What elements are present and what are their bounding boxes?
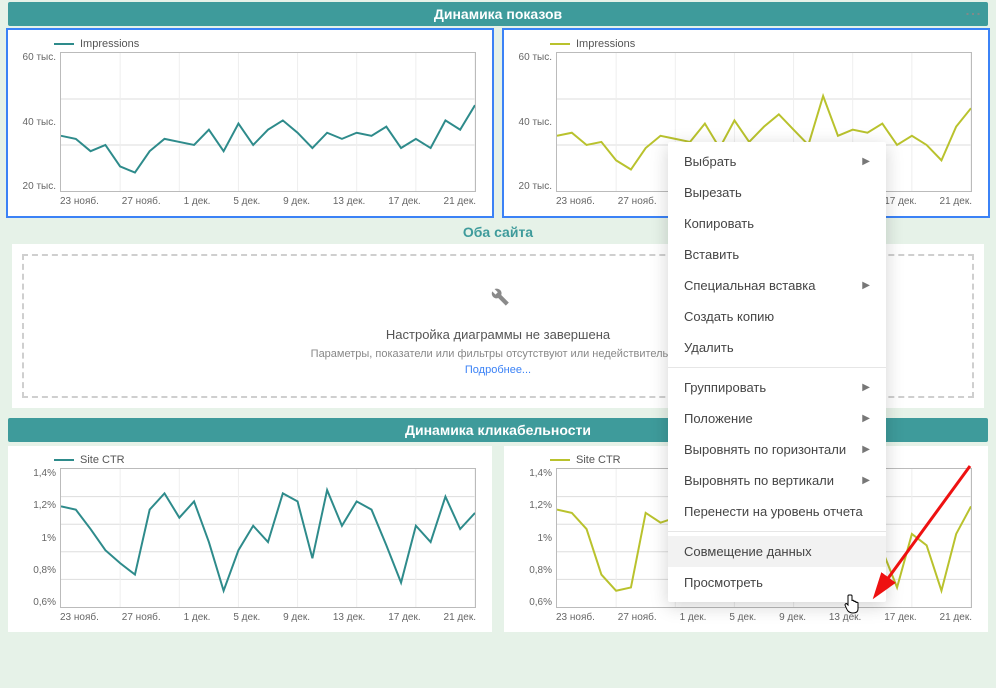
y-tick: 0,8% [516, 565, 552, 576]
x-tick: 27 нояб. [618, 196, 657, 212]
x-tick: 27 нояб. [122, 612, 161, 628]
context-menu: Выбрать▶ Вырезать Копировать Вставить Сп… [668, 142, 886, 602]
chevron-right-icon: ▶ [862, 413, 870, 424]
x-tick: 17 дек. [884, 612, 916, 628]
x-tick: 21 дек. [940, 612, 972, 628]
ctx-position[interactable]: Положение▶ [668, 403, 886, 434]
cursor-icon [843, 594, 861, 619]
more-menu-icon[interactable]: ⋮ [963, 6, 982, 18]
y-tick: 40 тыс. [20, 117, 56, 128]
x-tick: 5 дек. [233, 612, 260, 628]
x-tick: 5 дек. [729, 612, 756, 628]
chevron-right-icon: ▶ [862, 382, 870, 393]
y-tick: 0,8% [20, 565, 56, 576]
y-tick: 1% [20, 533, 56, 544]
menu-separator [668, 367, 886, 368]
x-tick: 23 нояб. [556, 612, 595, 628]
legend-label: Site CTR [80, 454, 125, 466]
chevron-right-icon: ▶ [862, 444, 870, 455]
ctx-paste[interactable]: Вставить [668, 239, 886, 270]
chevron-right-icon: ▶ [862, 156, 870, 167]
chart-impressions-left[interactable]: Impressions 60 тыс. 40 тыс. 20 тыс. 23 нояб… [8, 30, 492, 216]
legend-label: Impressions [80, 38, 139, 50]
chevron-right-icon: ▶ [862, 475, 870, 486]
chart-ctr-left[interactable]: Site CTR 1,4% 1,2% 1% 0,8% 0,6% 23 нояб. 27 но… [8, 446, 492, 632]
y-tick: 60 тыс. [516, 52, 552, 63]
ctx-group[interactable]: Группировать▶ [668, 372, 886, 403]
config-learnmore-link[interactable]: Подробнее... [465, 364, 531, 376]
x-tick: 23 нояб. [556, 196, 595, 212]
legend-label: Impressions [576, 38, 635, 50]
legend-swatch [54, 43, 74, 45]
ctx-report-level[interactable]: Перенести на уровень отчета [668, 496, 886, 527]
x-tick: 21 дек. [444, 196, 476, 212]
x-tick: 13 дек. [333, 612, 365, 628]
section-header-impressions: Динамика показов [8, 2, 988, 26]
x-tick: 1 дек. [184, 196, 211, 212]
x-tick: 9 дек. [283, 196, 310, 212]
x-tick: 1 дек. [184, 612, 211, 628]
x-tick: 23 нояб. [60, 612, 99, 628]
ctx-duplicate[interactable]: Создать копию [668, 301, 886, 332]
x-tick: 5 дек. [233, 196, 260, 212]
x-tick: 9 дек. [283, 612, 310, 628]
ctx-align-v[interactable]: Выровнять по вертикали▶ [668, 465, 886, 496]
y-tick: 40 тыс. [516, 117, 552, 128]
x-tick: 21 дек. [940, 196, 972, 212]
chevron-right-icon: ▶ [862, 280, 870, 291]
x-tick: 17 дек. [388, 196, 420, 212]
ctx-data-blending[interactable]: Совмещение данных [668, 536, 886, 567]
y-tick: 1% [516, 533, 552, 544]
menu-separator [668, 531, 886, 532]
legend-label: Site CTR [576, 454, 621, 466]
y-tick: 1,4% [516, 468, 552, 479]
y-tick: 0,6% [516, 597, 552, 608]
ctx-copy[interactable]: Копировать [668, 208, 886, 239]
x-tick: 17 дек. [884, 196, 916, 212]
legend-swatch [550, 43, 570, 45]
ctx-cut[interactable]: Вырезать [668, 177, 886, 208]
y-tick: 1,2% [516, 500, 552, 511]
x-tick: 23 нояб. [60, 196, 99, 212]
y-tick: 0,6% [20, 597, 56, 608]
x-tick: 13 дек. [333, 196, 365, 212]
legend-swatch [54, 459, 74, 461]
y-tick: 1,4% [20, 468, 56, 479]
ctx-delete[interactable]: Удалить [668, 332, 886, 363]
x-tick: 17 дек. [388, 612, 420, 628]
ctx-paste-special[interactable]: Специальная вставка▶ [668, 270, 886, 301]
legend-swatch [550, 459, 570, 461]
annotation-arrow [870, 460, 980, 610]
x-tick: 9 дек. [779, 612, 806, 628]
y-tick: 20 тыс. [20, 181, 56, 192]
y-tick: 20 тыс. [516, 181, 552, 192]
config-subtitle: Параметры, показатели или фильтры отсутс… [311, 348, 686, 360]
ctx-select[interactable]: Выбрать▶ [668, 146, 886, 177]
y-tick: 1,2% [20, 500, 56, 511]
ctx-align-h[interactable]: Выровнять по горизонтали▶ [668, 434, 886, 465]
x-tick: 1 дек. [680, 612, 707, 628]
x-tick: 27 нояб. [618, 612, 657, 628]
x-tick: 27 нояб. [122, 196, 161, 212]
x-tick: 21 дек. [444, 612, 476, 628]
y-tick: 60 тыс. [20, 52, 56, 63]
